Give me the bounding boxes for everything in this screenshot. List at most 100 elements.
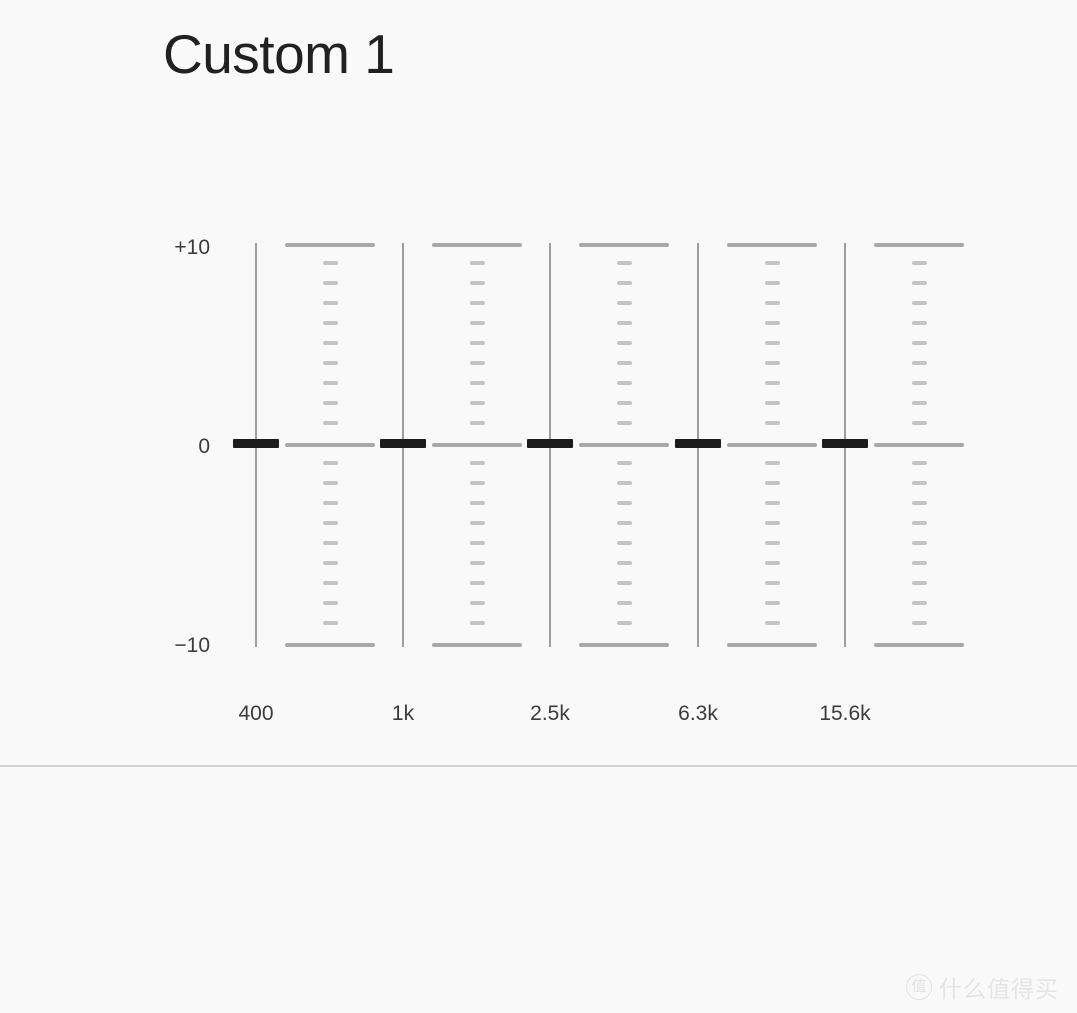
eq-scale-tick	[764, 601, 780, 605]
eq-scale-cap-bot	[579, 643, 669, 647]
eq-scale-tick	[764, 301, 780, 305]
eq-scale-tick	[322, 461, 338, 465]
eq-scale-tick	[469, 381, 485, 385]
eq-scale-tick	[617, 561, 632, 565]
eq-scale-cap-mid	[873, 443, 964, 447]
eq-scale-tick	[322, 521, 338, 525]
eq-scale-tick	[469, 461, 485, 465]
eq-scale-tick	[911, 621, 927, 625]
eq-scale-cap-top	[726, 243, 817, 247]
eq-scale-tick	[764, 621, 780, 625]
eq-scale-tick	[322, 561, 338, 565]
eq-thumb-6.3k[interactable]	[675, 439, 721, 448]
eq-scale-tick	[322, 421, 338, 425]
eq-scale-tick	[617, 381, 632, 385]
eq-scale-tick	[911, 521, 927, 525]
eq-scale-tick	[469, 421, 485, 425]
eq-scale-tick	[617, 521, 632, 525]
eq-frequency-label-15.6k: 15.6k	[819, 702, 871, 725]
eq-scale-cap-mid	[579, 443, 669, 447]
eq-scale-tick	[911, 461, 927, 465]
eq-scale-cap-top	[284, 243, 375, 247]
eq-scale-tick	[469, 581, 485, 585]
eq-scale-tick	[469, 501, 485, 505]
eq-scale-tick	[322, 541, 338, 545]
eq-axis-label-mid: 0	[198, 435, 210, 458]
eq-scale-tick	[469, 621, 485, 625]
eq-thumb-15.6k[interactable]	[822, 439, 868, 448]
eq-scale-tick	[322, 401, 338, 405]
eq-scale-cap-mid	[284, 443, 375, 447]
eq-scale-tick	[617, 261, 632, 265]
eq-axis-label-max: +10	[174, 236, 210, 259]
equalizer-screen: Custom 1 +10 0 −10 4001k2.5k6.3k15.6k CL…	[0, 0, 1077, 1013]
eq-scale-tick	[469, 401, 485, 405]
eq-scale-tick	[617, 281, 632, 285]
eq-thumb-400[interactable]	[233, 439, 279, 448]
eq-frequency-label-6.3k: 6.3k	[678, 702, 718, 725]
eq-scale-cap-mid	[431, 443, 522, 447]
eq-scale-tick	[617, 501, 632, 505]
eq-scale-column-5	[873, 243, 964, 647]
eq-scale-tick	[911, 321, 927, 325]
eq-scale-tick	[911, 561, 927, 565]
equalizer-panel: +10 0 −10 400 1k 2.5k 6.3k 15.6k	[0, 0, 1077, 766]
eq-scale-tick	[617, 361, 632, 365]
eq-scale-tick	[764, 481, 780, 485]
eq-scale-tick	[764, 321, 780, 325]
eq-scale-tick	[764, 421, 780, 425]
eq-scale-tick	[764, 581, 780, 585]
eq-scale-tick	[617, 581, 632, 585]
eq-scale-tick	[617, 341, 632, 345]
eq-scale-tick	[469, 261, 485, 265]
eq-frequency-label-400: 400	[238, 702, 274, 725]
eq-thumb-2.5k[interactable]	[527, 439, 573, 448]
eq-scale-tick	[911, 541, 927, 545]
eq-scale-column-3	[579, 243, 669, 647]
eq-scale-tick	[322, 361, 338, 365]
eq-scale-tick	[911, 381, 927, 385]
eq-scale-tick	[322, 581, 338, 585]
eq-scale-tick	[911, 301, 927, 305]
eq-scale-tick	[469, 521, 485, 525]
eq-scale-tick	[911, 401, 927, 405]
eq-scale-cap-top	[873, 243, 964, 247]
eq-scale-tick	[469, 541, 485, 545]
eq-scale-tick	[764, 281, 780, 285]
watermark-badge-icon: 值	[906, 974, 932, 1000]
eq-frequency-label-1k: 1k	[391, 702, 415, 725]
eq-scale-tick	[617, 481, 632, 485]
eq-scale-tick	[764, 361, 780, 365]
watermark: 值 什么值得买	[906, 970, 1059, 1004]
eq-scale-tick	[469, 361, 485, 365]
eq-scale-tick	[617, 601, 632, 605]
eq-scale-tick	[764, 521, 780, 525]
eq-thumb-1k[interactable]	[380, 439, 426, 448]
eq-scale-cap-mid	[726, 443, 817, 447]
eq-scale-tick	[911, 361, 927, 365]
eq-scale-tick	[322, 321, 338, 325]
watermark-text: 什么值得买	[939, 977, 1059, 1003]
eq-scale-tick	[322, 301, 338, 305]
eq-scale-column-4	[726, 243, 817, 647]
eq-scale-tick	[322, 281, 338, 285]
eq-scale-tick	[322, 481, 338, 485]
eq-scale-cap-bot	[284, 643, 375, 647]
eq-axis-label-min: −10	[174, 634, 210, 657]
eq-scale-tick	[911, 481, 927, 485]
eq-scale-cap-bot	[726, 643, 817, 647]
eq-scale-tick	[764, 501, 780, 505]
eq-scale-tick	[469, 601, 485, 605]
eq-scale-tick	[469, 481, 485, 485]
eq-scale-tick	[617, 541, 632, 545]
eq-frequency-label-2.5k: 2.5k	[530, 702, 570, 725]
eq-scale-tick	[617, 321, 632, 325]
eq-scale-cap-bot	[873, 643, 964, 647]
eq-scale-tick	[617, 401, 632, 405]
eq-scale-tick	[764, 461, 780, 465]
eq-scale-tick	[911, 341, 927, 345]
eq-scale-tick	[617, 461, 632, 465]
eq-scale-tick	[322, 621, 338, 625]
eq-scale-cap-bot	[431, 643, 522, 647]
eq-scale-tick	[764, 561, 780, 565]
